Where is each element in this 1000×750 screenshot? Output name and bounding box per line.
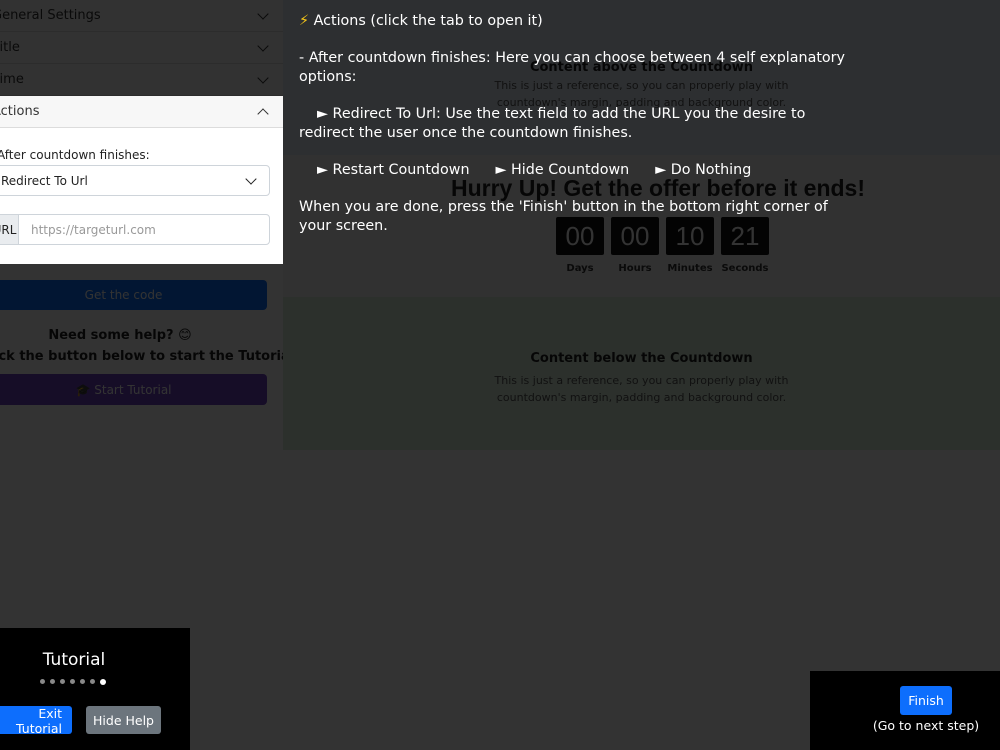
tutorial-step-dots <box>40 679 106 685</box>
countdown-caption: Hours <box>618 263 652 274</box>
step-dot[interactable] <box>50 679 55 684</box>
help-title: Actions (click the tab to open it) <box>313 13 543 29</box>
tutorial-help-text: ⚡ Actions (click the tab to open it) - A… <box>299 12 859 254</box>
reference-text: countdown's margin, padding and backgrou… <box>496 391 787 404</box>
help-text: Click the button below to start the Tuto… <box>0 349 283 364</box>
actions-panel-body: After countdown finishes: Redirect To Ur… <box>0 128 283 264</box>
help-finish-note: When you are done, press the 'Finish' bu… <box>299 199 828 234</box>
countdown-caption: Days <box>566 263 594 274</box>
content-below-section: Content below the Countdown This is just… <box>283 297 1000 450</box>
accordion-label: General Settings <box>0 8 101 23</box>
accordion-title[interactable]: Title <box>0 32 283 64</box>
url-input-group: URL <box>0 214 270 245</box>
finish-subtext: (Go to next step) <box>872 718 980 733</box>
tutorial-title: Tutorial <box>42 650 106 670</box>
countdown-caption: Minutes <box>667 263 713 274</box>
step-dot[interactable] <box>80 679 85 684</box>
accordion-actions[interactable]: Actions <box>0 96 283 128</box>
after-finish-label: After countdown finishes: <box>0 148 150 162</box>
finish-button[interactable]: Finish <box>900 686 952 715</box>
finish-panel: Finish (Go to next step) <box>810 671 1000 750</box>
help-heading: ⚡ Actions (click the tab to open it) <box>299 12 859 31</box>
step-dot[interactable] <box>40 679 45 684</box>
accordion-label: Time <box>0 72 24 87</box>
highlighted-actions-panel: Actions After countdown finishes: Redire… <box>0 96 283 264</box>
hide-help-button[interactable]: Hide Help <box>86 706 161 734</box>
content-below-title: Content below the Countdown <box>530 351 753 366</box>
step-dot[interactable] <box>60 679 65 684</box>
chevron-up-icon <box>257 107 269 120</box>
chevron-down-icon <box>257 71 269 84</box>
step-dot-active[interactable] <box>100 679 106 685</box>
chevron-down-icon <box>257 7 269 20</box>
help-options: ► Restart Countdown ► Hide Countdown ► D… <box>299 161 859 180</box>
exit-tutorial-button[interactable]: Exit Tutorial <box>0 706 72 736</box>
chevron-down-icon <box>245 172 257 185</box>
accordion-time[interactable]: Time <box>0 64 283 96</box>
selected-option: Redirect To Url <box>1 173 88 188</box>
accordion-label: Actions <box>0 104 40 119</box>
step-dot[interactable] <box>90 679 95 684</box>
help-option: ► Do Nothing <box>655 162 752 178</box>
help-option: ► Restart Countdown <box>317 162 470 178</box>
redirect-url-input[interactable] <box>18 214 270 245</box>
reference-text: This is just a reference, so you can pro… <box>494 374 789 387</box>
accordion-general-settings[interactable]: General Settings <box>0 0 283 32</box>
step-dot[interactable] <box>70 679 75 684</box>
help-intro: - After countdown finishes: Here you can… <box>299 50 846 85</box>
accordion-label: Title <box>0 40 20 55</box>
after-finish-select[interactable]: Redirect To Url <box>0 165 270 196</box>
help-redirect: ► Redirect To Url: Use the text field to… <box>299 106 806 141</box>
lightning-icon: ⚡ <box>299 13 310 29</box>
get-code-button[interactable]: Get the code <box>0 280 267 310</box>
countdown-caption: Seconds <box>721 263 769 274</box>
start-tutorial-button[interactable]: 🎓 Start Tutorial <box>0 374 267 405</box>
help-option: ► Hide Countdown <box>495 162 630 178</box>
url-prefix-label: URL <box>0 214 18 245</box>
chevron-down-icon <box>257 39 269 52</box>
help-title: Need some help? 😊 <box>48 328 192 343</box>
